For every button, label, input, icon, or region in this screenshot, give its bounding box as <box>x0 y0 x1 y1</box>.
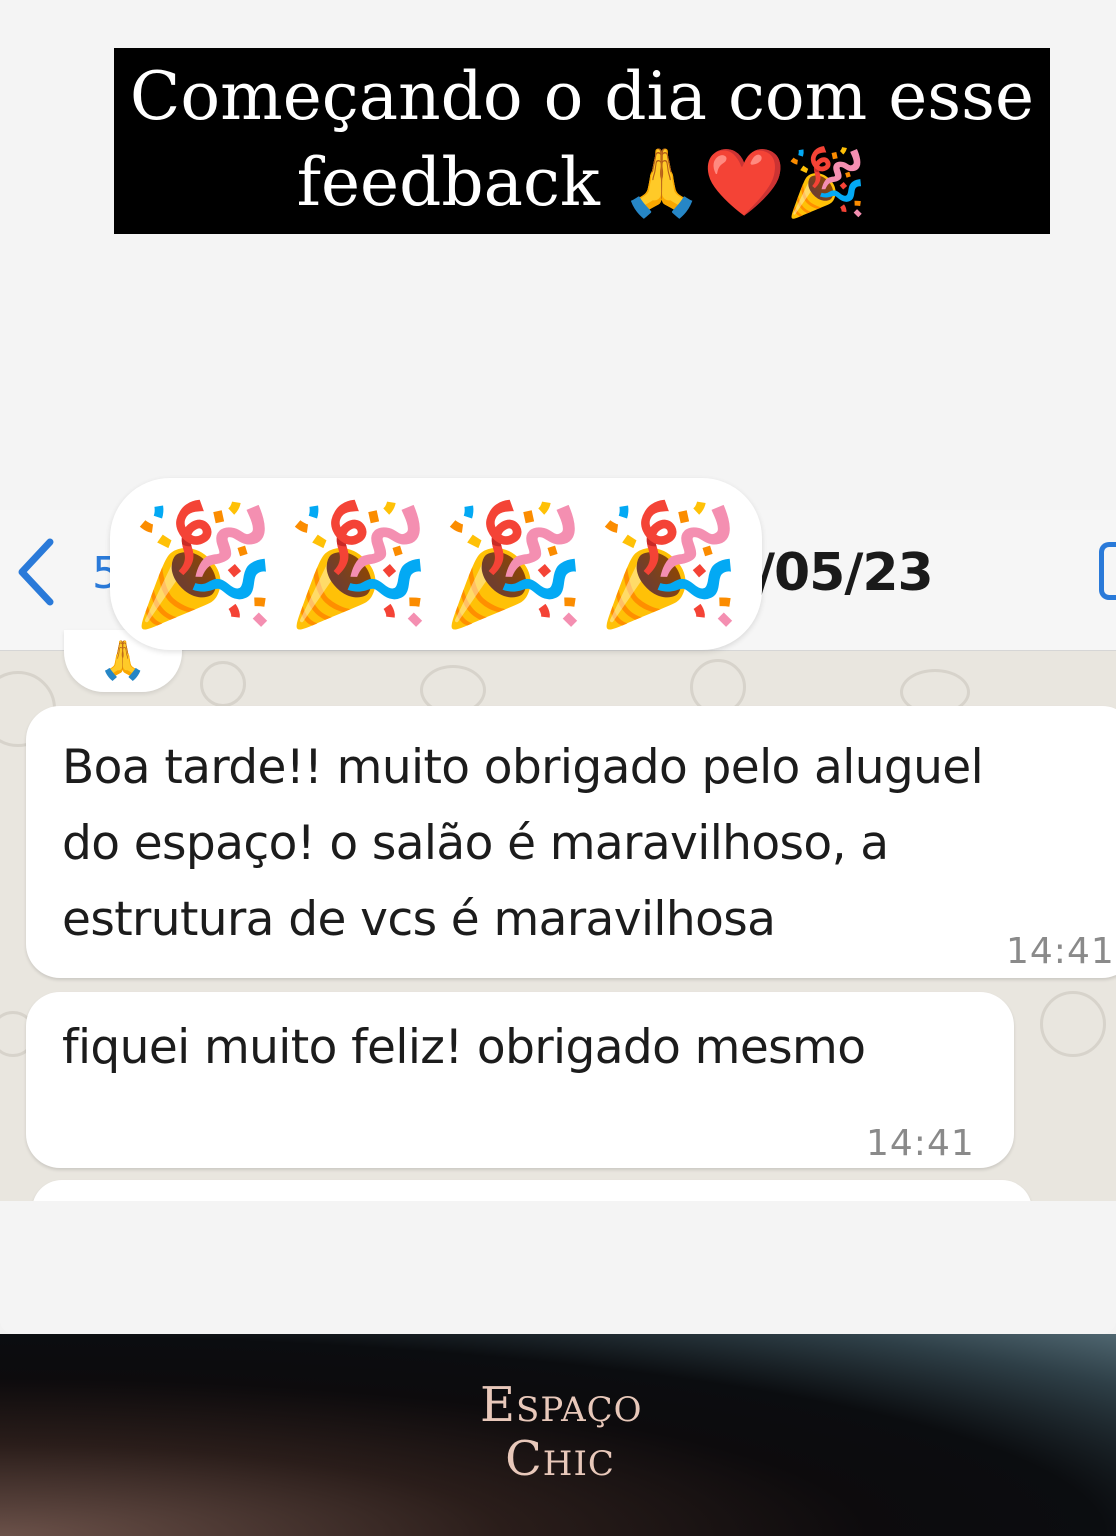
chat-date: /05/23 <box>756 543 934 603</box>
message-text: estrutura de vcs é maravilhosa <box>62 892 776 947</box>
caption-line-1: Começando o dia com esse <box>129 58 1035 135</box>
story-bottom-space <box>0 1201 1116 1334</box>
brand-name-line-2: Chic <box>505 1431 615 1487</box>
message-text: fiquei muito feliz! obrigado mesmo <box>62 1020 866 1075</box>
message-text: do espaço! o salão é maravilhoso, a <box>62 816 889 871</box>
wallpaper-doodle <box>1040 991 1106 1057</box>
brand-logo: Espaço Chic <box>480 1377 643 1487</box>
message-bubble[interactable]: Boa tarde!! muito obrigado pelo aluguel … <box>26 706 1116 978</box>
message-bubble[interactable]: fiquei muito feliz! obrigado mesmo 14:41 <box>26 992 1014 1168</box>
party-emoji-sticker: 🎉 🎉 🎉 🎉 <box>110 478 762 650</box>
message-time: 14:41 <box>1006 931 1115 972</box>
message-text: Boa tarde!! muito obrigado pelo aluguel <box>62 740 984 795</box>
brand-name-line-1: Espaço <box>480 1377 643 1433</box>
chevron-left-icon[interactable] <box>12 534 62 610</box>
call-icon[interactable] <box>1099 542 1116 600</box>
caption-line-2: feedback 🙏❤️🎉 <box>296 144 868 221</box>
party-popper-icon: 🎉 <box>285 495 432 633</box>
wallpaper-doodle <box>200 661 246 707</box>
story-card: Começando o dia com esse feedback 🙏❤️🎉 5… <box>0 0 1116 1334</box>
story-caption: Começando o dia com esse feedback 🙏❤️🎉 <box>114 48 1050 234</box>
party-popper-icon: 🎉 <box>130 495 278 633</box>
party-popper-icon: 🎉 <box>594 495 742 633</box>
message-time: 14:41 <box>866 1123 975 1164</box>
party-popper-icon: 🎉 <box>440 495 587 633</box>
